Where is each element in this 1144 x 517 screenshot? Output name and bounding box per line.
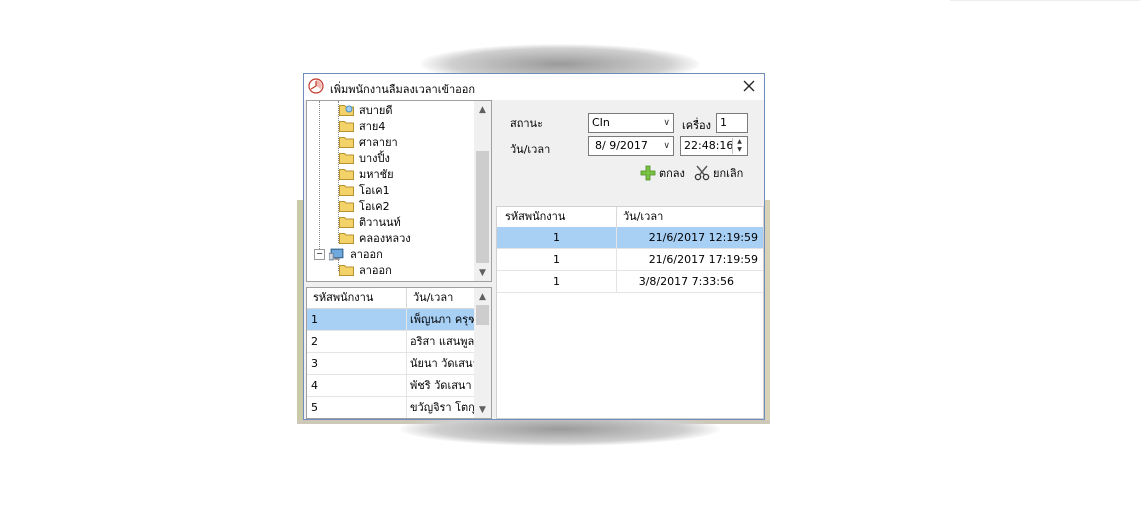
folder-icon bbox=[339, 185, 354, 196]
record-datetime: 3/8/2017 7:33:56 bbox=[617, 271, 763, 292]
employee-id: 2 bbox=[307, 331, 407, 352]
status-value: CIn bbox=[592, 116, 610, 129]
column-header-datetime[interactable]: วัน/เวลา bbox=[617, 207, 763, 227]
scroll-down-icon[interactable]: ▼ bbox=[474, 401, 491, 418]
tree-item-tiwanon[interactable]: ติวานนท์ bbox=[339, 214, 401, 230]
employee-name: ขวัญจิรา โตกุล bbox=[407, 397, 476, 418]
window-title: เพิ่มพนักงานลืมลงเวลาเข้าออก bbox=[330, 83, 476, 96]
close-icon bbox=[743, 80, 755, 92]
tree-item-label: ลาออก bbox=[359, 264, 392, 277]
folder-icon bbox=[339, 137, 354, 148]
date-value: 8/ 9/2017 bbox=[595, 139, 648, 152]
employee-id: 1 bbox=[497, 227, 617, 248]
machine-input[interactable]: 1 bbox=[716, 113, 748, 133]
employee-id: 1 bbox=[497, 271, 617, 292]
tree-item-salaya[interactable]: ศาลายา bbox=[339, 134, 398, 150]
employee-list-scrollbar[interactable]: ▲ ▼ bbox=[474, 288, 491, 418]
machine-label: เครื่อง bbox=[682, 119, 712, 132]
close-button[interactable] bbox=[736, 75, 762, 97]
status-label: สถานะ bbox=[510, 117, 543, 130]
time-spin-buttons[interactable]: ▲ ▼ bbox=[732, 138, 746, 154]
employee-name: พัชริ วัดเสนา bbox=[407, 375, 476, 396]
employee-name: นัยนา วัดเสนา bbox=[407, 353, 476, 374]
folder-icon bbox=[339, 201, 354, 212]
status-select[interactable]: CIn ∨ bbox=[588, 113, 674, 133]
employee-id: 1 bbox=[497, 249, 617, 270]
record-datetime: 21/6/2017 12:19:59 bbox=[617, 227, 763, 248]
scroll-down-icon[interactable]: ▼ bbox=[474, 264, 491, 281]
folder-icon bbox=[339, 153, 354, 164]
tree-item-resigned-group[interactable]: − ลาออก bbox=[314, 246, 383, 262]
tree-item-sai4[interactable]: สาย4 bbox=[339, 118, 385, 134]
datetime-label: วัน/เวลา bbox=[510, 143, 551, 156]
column-header-employee-id[interactable]: รหัสพนักงาน bbox=[497, 207, 617, 227]
scissors-icon bbox=[694, 165, 710, 181]
branch-tree[interactable]: สบายดี สาย4 ศาลายา บางปิ้ง มหาชัย โอเค1 … bbox=[306, 100, 492, 282]
time-records-header: รหัสพนักงาน วัน/เวลา bbox=[497, 207, 763, 228]
chevron-down-icon: ∨ bbox=[663, 118, 670, 128]
ok-button[interactable]: ตกลง bbox=[640, 164, 685, 182]
time-records-list[interactable]: รหัสพนักงาน วัน/เวลา 1 21/6/2017 12:19:5… bbox=[496, 206, 764, 419]
employee-id: 5 bbox=[307, 397, 407, 418]
time-record-row[interactable]: 1 3/8/2017 7:33:56 bbox=[497, 271, 763, 293]
tree-item-bangping[interactable]: บางปิ้ง bbox=[339, 150, 390, 166]
column-header-datetime[interactable]: วัน/เวลา bbox=[407, 288, 476, 308]
employee-row[interactable]: 5 ขวัญจิรา โตกุล bbox=[307, 397, 476, 418]
spin-down-icon[interactable]: ▼ bbox=[733, 146, 746, 154]
record-datetime: 21/6/2017 17:19:59 bbox=[617, 249, 763, 270]
tree-scrollbar[interactable]: ▲ ▼ bbox=[474, 101, 491, 281]
spin-up-icon[interactable]: ▲ bbox=[733, 138, 746, 146]
entry-form: สถานะ CIn ∨ เครื่อง 1 วัน/เวลา 8/ 9/2017… bbox=[498, 100, 764, 206]
tree-item-khlongluang[interactable]: คลองหลวง bbox=[339, 230, 411, 246]
employee-row[interactable]: 3 นัยนา วัดเสนา bbox=[307, 353, 476, 375]
scrollbar-thumb[interactable] bbox=[476, 305, 489, 325]
tree-guide bbox=[319, 101, 320, 251]
cancel-button[interactable]: ยกเลิก bbox=[694, 164, 743, 182]
plus-icon bbox=[640, 165, 656, 181]
chevron-down-icon: ∨ bbox=[663, 141, 670, 151]
title-bar: เพิ่มพนักงานลืมลงเวลาเข้าออก bbox=[304, 74, 764, 100]
employee-row[interactable]: 1 เพ็ญนภา ครุฑ bbox=[307, 309, 476, 331]
date-picker[interactable]: 8/ 9/2017 ∨ bbox=[588, 136, 674, 156]
tree-item-ok2[interactable]: โอเค2 bbox=[339, 198, 390, 214]
tree-expander[interactable]: − bbox=[314, 248, 325, 260]
scroll-up-icon[interactable]: ▲ bbox=[474, 288, 491, 305]
time-record-row[interactable]: 1 21/6/2017 12:19:59 bbox=[497, 227, 763, 249]
tree-item-sabaidee[interactable]: สบายดี bbox=[339, 102, 392, 118]
employee-id: 4 bbox=[307, 375, 407, 396]
column-header-employee-id[interactable]: รหัสพนักงาน bbox=[307, 288, 407, 308]
scrollbar-thumb[interactable] bbox=[476, 151, 489, 263]
folder-icon bbox=[339, 233, 354, 244]
employee-name: อริสา แสนพูล bbox=[407, 331, 476, 352]
computer-icon bbox=[329, 248, 344, 260]
folder-open-icon bbox=[339, 105, 354, 116]
app-clock-icon bbox=[308, 78, 324, 94]
tree-item-ok1[interactable]: โอเค1 bbox=[339, 182, 390, 198]
employee-list-header: รหัสพนักงาน วัน/เวลา bbox=[307, 288, 476, 309]
folder-icon bbox=[339, 169, 354, 180]
employee-id: 3 bbox=[307, 353, 407, 374]
time-record-row[interactable]: 1 21/6/2017 17:19:59 bbox=[497, 249, 763, 271]
folder-icon bbox=[339, 217, 354, 228]
employee-row[interactable]: 4 พัชริ วัดเสนา bbox=[307, 375, 476, 397]
employee-name: เพ็ญนภา ครุฑ bbox=[407, 309, 476, 330]
time-value: 22:48:16 bbox=[684, 139, 734, 152]
scroll-up-icon[interactable]: ▲ bbox=[474, 101, 491, 118]
employee-list[interactable]: รหัสพนักงาน วัน/เวลา 1 เพ็ญนภา ครุฑ 2 อร… bbox=[306, 287, 492, 419]
ok-label: ตกลง bbox=[659, 167, 685, 180]
tree-item-mahachai[interactable]: มหาชัย bbox=[339, 166, 394, 182]
time-spinner[interactable]: 22:48:16 ▲ ▼ bbox=[680, 136, 748, 156]
employee-id: 1 bbox=[307, 309, 407, 330]
tree-item-resigned[interactable]: ลาออก bbox=[339, 262, 392, 278]
cancel-label: ยกเลิก bbox=[713, 167, 744, 180]
folder-icon bbox=[339, 265, 354, 276]
add-forgotten-checkin-dialog: เพิ่มพนักงานลืมลงเวลาเข้าออก สบายดี สาย4… bbox=[303, 73, 765, 420]
employee-row[interactable]: 2 อริสา แสนพูล bbox=[307, 331, 476, 353]
folder-icon bbox=[339, 121, 354, 132]
background-line bbox=[950, 0, 1140, 1]
